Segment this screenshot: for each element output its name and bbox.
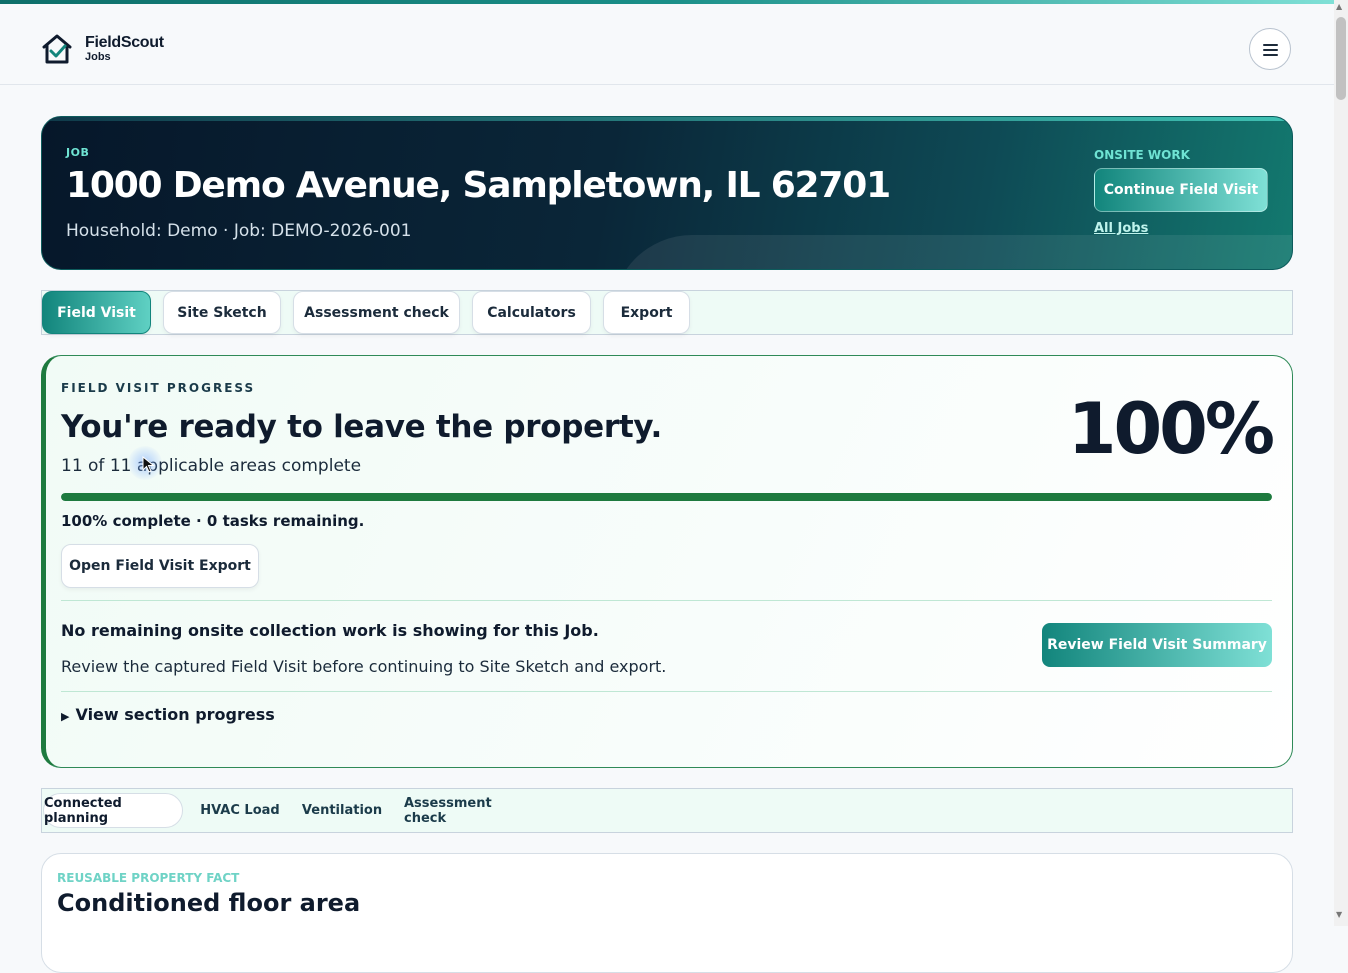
scroll-down-arrow-icon[interactable]: ▼ xyxy=(1336,910,1342,919)
job-title: 1000 Demo Avenue, Sampletown, IL 62701 xyxy=(66,165,891,206)
divider xyxy=(61,691,1272,692)
job-subtitle: Household: Demo · Job: DEMO-2026-001 xyxy=(66,221,412,241)
property-fact-card: REUSABLE PROPERTY FACT Conditioned floor… xyxy=(41,853,1293,973)
all-jobs-link[interactable]: All Jobs xyxy=(1094,221,1148,236)
fact-label: REUSABLE PROPERTY FACT xyxy=(57,871,240,885)
planning-subtabs: Connected planning HVAC Load Ventilation… xyxy=(41,788,1293,833)
house-check-icon[interactable] xyxy=(40,32,74,66)
job-label: JOB xyxy=(66,146,90,159)
onsite-work-label: ONSITE WORK xyxy=(1094,148,1190,162)
tab-export[interactable]: Export xyxy=(603,291,690,334)
review-field-visit-summary-button[interactable]: Review Field Visit Summary xyxy=(1042,623,1272,667)
scrollbar-thumb[interactable] xyxy=(1336,17,1346,100)
progress-subtitle: 11 of 11 applicable areas complete xyxy=(61,456,362,476)
cursor-arrow-icon xyxy=(142,456,155,473)
progress-title: You're ready to leave the property. xyxy=(61,409,662,445)
job-hero-card: JOB 1000 Demo Avenue, Sampletown, IL 627… xyxy=(41,116,1293,270)
tab-site-sketch[interactable]: Site Sketch xyxy=(163,291,281,334)
review-instructions: Review the captured Field Visit before c… xyxy=(61,657,667,676)
tab-field-visit[interactable]: Field Visit xyxy=(42,291,151,334)
progress-status: 100% complete · 0 tasks remaining. xyxy=(61,512,365,530)
continue-field-visit-button[interactable]: Continue Field Visit xyxy=(1094,168,1268,212)
open-field-visit-export-button[interactable]: Open Field Visit Export xyxy=(61,544,259,588)
job-tabs: Field Visit Site Sketch Assessment check… xyxy=(41,290,1293,335)
no-remaining-message: No remaining onsite collection work is s… xyxy=(61,621,599,640)
brand-name: FieldScout xyxy=(85,34,164,51)
disclosure-triangle-icon: ▶ xyxy=(61,710,70,723)
tab-calculators[interactable]: Calculators xyxy=(472,291,591,334)
hamburger-menu-icon[interactable] xyxy=(1249,28,1291,70)
field-visit-progress-card: FIELD VISIT PROGRESS You're ready to lea… xyxy=(41,355,1293,768)
view-section-progress-toggle[interactable]: ▶ View section progress xyxy=(61,705,275,724)
fact-title: Conditioned floor area xyxy=(57,889,361,917)
divider xyxy=(61,600,1272,601)
subtab-hvac-load[interactable]: HVAC Load xyxy=(198,793,282,828)
page-scrollbar[interactable] xyxy=(1334,0,1348,926)
mouse-cursor xyxy=(128,446,162,480)
subtab-ventilation[interactable]: Ventilation xyxy=(299,793,385,828)
brand[interactable]: FieldScout Jobs xyxy=(85,34,164,63)
progress-bar xyxy=(61,493,1272,501)
progress-bar-fill xyxy=(61,493,1272,501)
brand-sub: Jobs xyxy=(85,51,111,63)
tab-assessment-check[interactable]: Assessment check xyxy=(293,291,460,334)
hero-wave-decoration xyxy=(612,235,1292,269)
progress-label: FIELD VISIT PROGRESS xyxy=(61,381,256,395)
subtab-assessment-check[interactable]: Assessment check xyxy=(404,793,528,828)
subtab-connected-planning[interactable]: Connected planning xyxy=(43,793,183,828)
scroll-up-arrow-icon[interactable]: ▲ xyxy=(1336,2,1342,11)
section-toggle-label: View section progress xyxy=(75,705,275,724)
progress-percent: 100% xyxy=(1067,388,1275,470)
app-header: FieldScout Jobs xyxy=(0,4,1334,85)
